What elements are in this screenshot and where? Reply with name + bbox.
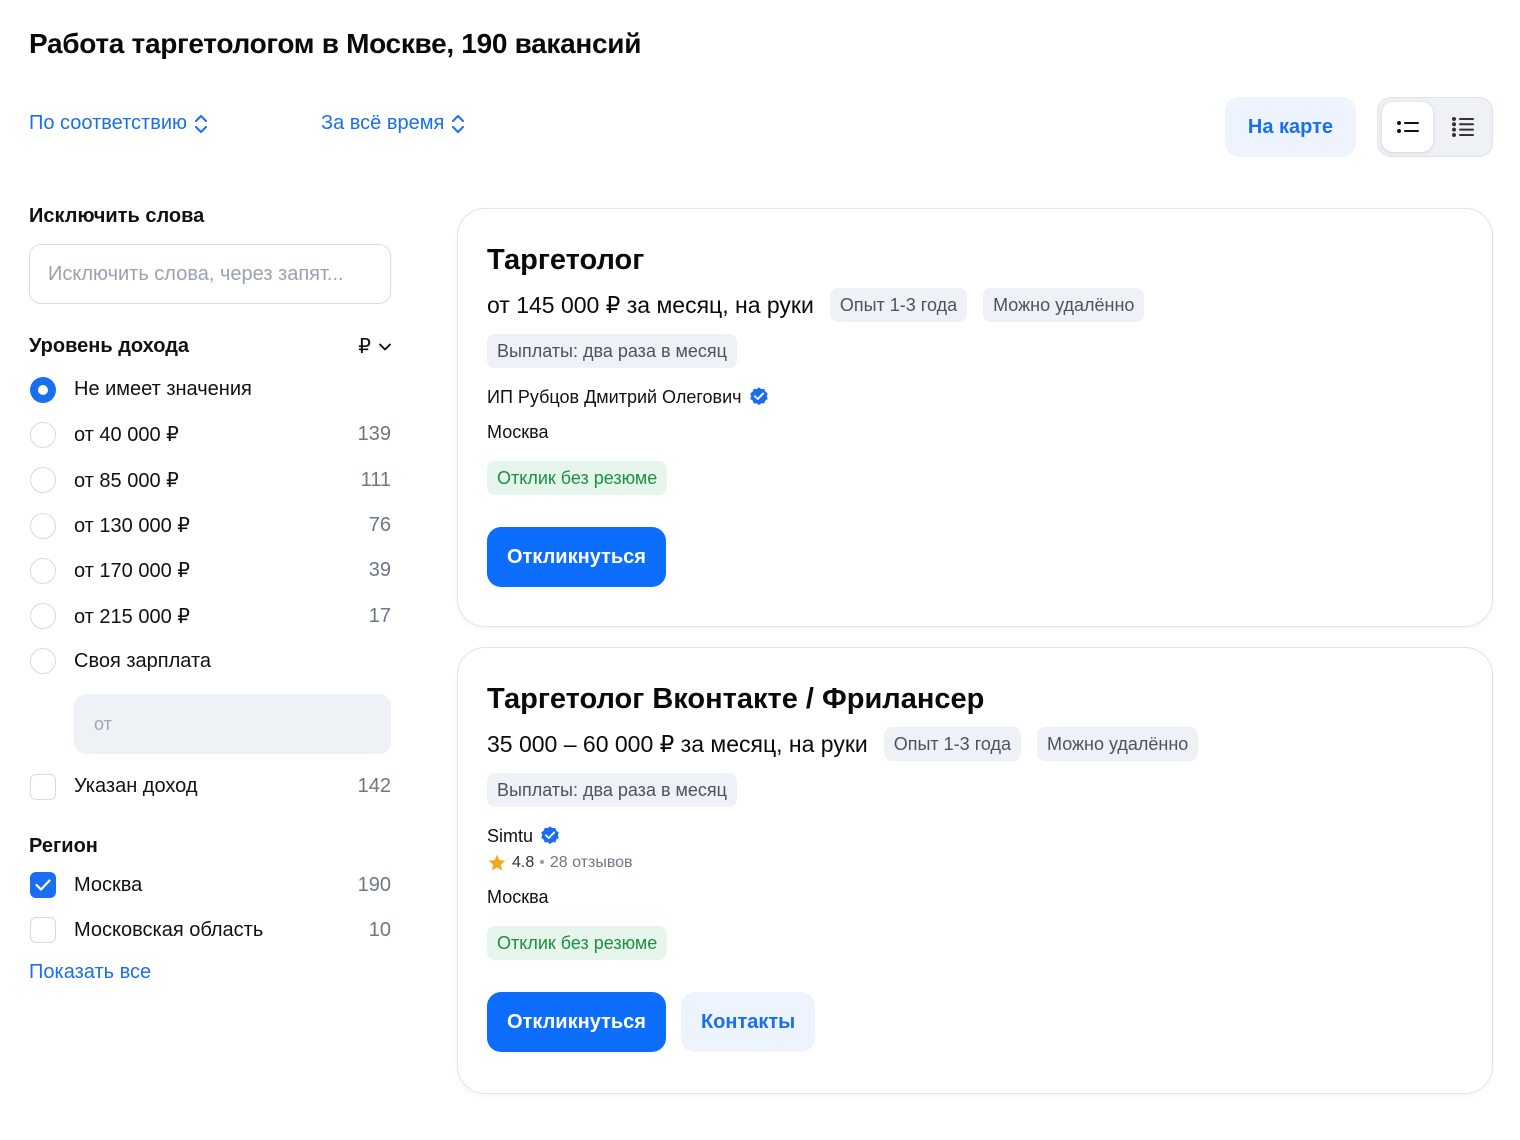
- detailed-list-icon: [1451, 117, 1474, 137]
- vacancy-title[interactable]: Таргетолог: [487, 242, 1463, 278]
- income-level-heading: Уровень дохода: [29, 335, 190, 357]
- page-title: Работа таргетологом в Москве, 190 ваканс…: [29, 28, 642, 59]
- contacts-button[interactable]: Контакты: [680, 992, 816, 1052]
- radio-button[interactable]: [30, 557, 56, 584]
- income-option-130000[interactable]: от 130 000 ₽ 76: [29, 503, 391, 548]
- reviews-link[interactable]: 28 отзывов: [550, 854, 633, 872]
- radio-button[interactable]: [30, 421, 56, 448]
- experience-tag: Опыт 1-3 года: [829, 288, 968, 322]
- option-label: от 85 000 ₽: [74, 469, 179, 492]
- no-resume-badge: Отклик без резюме: [487, 926, 668, 960]
- radio-button[interactable]: [30, 376, 56, 403]
- income-option-170000[interactable]: от 170 000 ₽ 39: [29, 548, 391, 593]
- chevron-down-icon: [379, 343, 391, 350]
- filters-sidebar: Исключить слова Уровень дохода ₽ Не имее…: [29, 205, 391, 984]
- checkbox[interactable]: [30, 773, 56, 800]
- radio-button[interactable]: [30, 467, 56, 494]
- region-option-moscow-oblast[interactable]: Московская область 10: [29, 908, 391, 953]
- vacancy-card: Таргетолог Вконтакте / Фрилансер 35 000 …: [457, 647, 1493, 1094]
- experience-tag: Опыт 1-3 года: [883, 727, 1021, 761]
- sort-label: По соответствию: [29, 112, 187, 134]
- payout-tag: Выплаты: два раза в месяц: [487, 334, 737, 368]
- option-count: 190: [357, 873, 391, 896]
- currency-value: ₽: [358, 336, 371, 358]
- option-count: 10: [368, 918, 391, 941]
- region-heading: Регион: [29, 835, 98, 858]
- period-label: За всё время: [321, 112, 445, 134]
- rating-value: 4.8: [512, 854, 535, 871]
- option-count: 39: [368, 559, 391, 582]
- exclude-words-input[interactable]: [29, 244, 391, 304]
- vacancy-salary: от 145 000 ₽ за месяц, на руки: [487, 291, 814, 318]
- vacancy-city: Москва: [487, 887, 549, 907]
- option-label: от 130 000 ₽: [74, 515, 190, 538]
- vacancy-city: Москва: [487, 422, 549, 442]
- radio-button[interactable]: [30, 648, 56, 675]
- option-label: Своя зарплата: [74, 649, 212, 672]
- income-specified-checkbox-row[interactable]: Указан доход 142: [29, 764, 391, 809]
- updown-chevron-icon: [193, 113, 209, 135]
- radio-button[interactable]: [30, 603, 56, 630]
- option-count: 139: [357, 423, 391, 446]
- company-name[interactable]: ИП Рубцов Дмитрий Олегович: [487, 387, 742, 408]
- option-count: 111: [360, 468, 391, 491]
- custom-salary-input[interactable]: [74, 694, 391, 755]
- checkbox[interactable]: [30, 872, 56, 899]
- updown-chevron-icon: [450, 113, 466, 135]
- remote-tag: Можно удалённо: [1037, 727, 1199, 761]
- show-all-regions-link[interactable]: Показать все: [29, 961, 151, 984]
- verified-badge-icon: [749, 387, 768, 405]
- option-count: 76: [368, 514, 391, 537]
- option-label: Не имеет значения: [74, 378, 252, 401]
- company-rating: 4.8 • 28 отзывов: [487, 853, 1463, 873]
- income-option-215000[interactable]: от 215 000 ₽ 17: [29, 593, 391, 638]
- company-name[interactable]: Simtu: [487, 826, 533, 847]
- no-resume-badge: Отклик без резюме: [487, 461, 668, 495]
- option-label: от 170 000 ₽: [74, 560, 190, 583]
- period-dropdown[interactable]: За всё время: [321, 112, 466, 135]
- income-option-85000[interactable]: от 85 000 ₽ 111: [29, 458, 391, 503]
- apply-button[interactable]: Откликнуться: [487, 527, 666, 587]
- option-label: Указан доход: [74, 775, 198, 798]
- exclude-words-heading: Исключить слова: [29, 205, 205, 227]
- currency-select[interactable]: ₽: [358, 334, 391, 359]
- checkbox[interactable]: [30, 917, 56, 944]
- income-options: Не имеет значения от 40 000 ₽ 139 от 85 …: [29, 367, 391, 684]
- detailed-list-view-button[interactable]: [1437, 102, 1488, 152]
- compact-list-icon: [1396, 121, 1419, 133]
- map-button[interactable]: На карте: [1225, 97, 1356, 157]
- vacancy-card: Таргетолог от 145 000 ₽ за месяц, на рук…: [457, 208, 1493, 627]
- star-icon: [488, 854, 506, 871]
- option-count: 142: [357, 775, 391, 798]
- checkmark-icon: [35, 879, 51, 891]
- option-label: Московская область: [74, 918, 264, 941]
- income-option-any[interactable]: Не имеет значения: [29, 367, 391, 412]
- income-option-40000[interactable]: от 40 000 ₽ 139: [29, 412, 391, 457]
- apply-button[interactable]: Откликнуться: [487, 992, 666, 1052]
- sort-dropdown[interactable]: По соответствию: [29, 112, 209, 135]
- compact-list-view-button[interactable]: [1382, 102, 1433, 152]
- separator-dot: •: [539, 854, 545, 871]
- option-label: Москва: [74, 873, 143, 896]
- view-mode-toggle: [1377, 97, 1493, 157]
- remote-tag: Можно удалённо: [983, 288, 1145, 322]
- vacancy-title[interactable]: Таргетолог Вконтакте / Фрилансер: [487, 681, 1463, 717]
- vacancy-salary: 35 000 – 60 000 ₽ за месяц, на руки: [487, 730, 868, 757]
- payout-tag: Выплаты: два раза в месяц: [487, 773, 737, 807]
- income-option-custom[interactable]: Своя зарплата: [29, 639, 391, 684]
- region-option-moscow[interactable]: Москва 190: [29, 862, 391, 907]
- option-label: от 215 000 ₽: [74, 605, 190, 628]
- verified-badge-icon: [541, 826, 559, 844]
- radio-button[interactable]: [30, 512, 56, 539]
- option-label: от 40 000 ₽: [74, 424, 179, 447]
- option-count: 17: [368, 604, 391, 627]
